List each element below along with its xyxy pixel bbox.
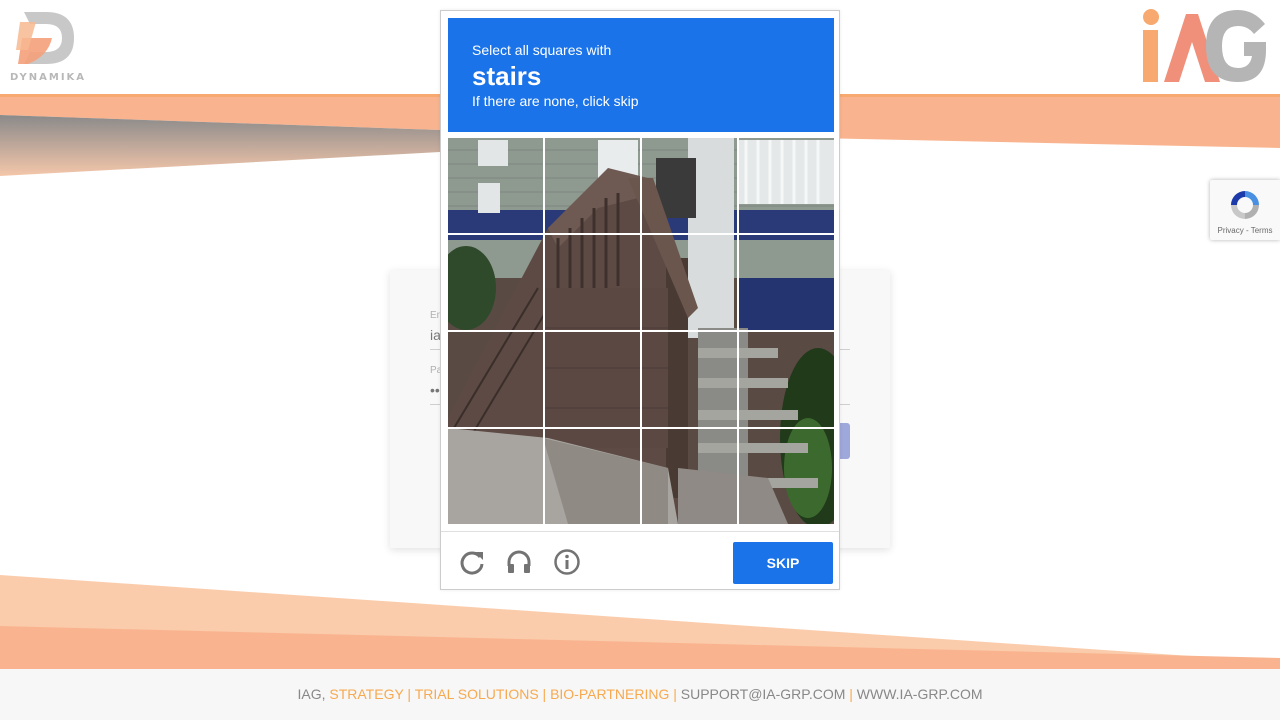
captcha-tile[interactable]	[739, 235, 834, 330]
captcha-tile[interactable]	[642, 138, 737, 233]
captcha-footer: SKIP	[441, 531, 839, 589]
captcha-tile[interactable]	[448, 429, 543, 524]
captcha-tile[interactable]	[545, 138, 640, 233]
footer-separator: |	[849, 686, 853, 702]
password-field[interactable]: ••	[430, 382, 440, 398]
footer-website[interactable]: WWW.IA-GRP.COM	[857, 686, 983, 702]
recaptcha-badge[interactable]: Privacy - Terms	[1210, 180, 1280, 240]
captcha-tile[interactable]	[642, 332, 737, 427]
captcha-tile[interactable]	[545, 332, 640, 427]
reload-icon[interactable]	[458, 548, 486, 576]
footer-services[interactable]: STRATEGY | TRIAL SOLUTIONS | BIO-PARTNER…	[329, 686, 677, 702]
captcha-tile[interactable]	[642, 235, 737, 330]
recaptcha-logo-icon	[1231, 191, 1259, 219]
dynamika-d-logo-icon	[16, 12, 74, 64]
footer-company: IAG,	[297, 686, 326, 702]
captcha-keyword: stairs	[472, 61, 542, 91]
captcha-instruction: Select all squares with	[472, 42, 612, 58]
captcha-tile[interactable]	[739, 138, 834, 233]
headphones-icon[interactable]	[505, 548, 533, 576]
captcha-tile[interactable]	[448, 138, 543, 233]
page-footer: IAG, STRATEGY | TRIAL SOLUTIONS | BIO-PA…	[0, 669, 1280, 720]
captcha-tile[interactable]	[545, 235, 640, 330]
dynamika-wordmark: DYNAMIKA	[9, 72, 87, 83]
captcha-tile[interactable]	[739, 429, 834, 524]
recaptcha-links[interactable]: Privacy - Terms	[1210, 226, 1280, 235]
captcha-subtext: If there are none, click skip	[472, 93, 639, 109]
iag-logo	[1140, 6, 1270, 86]
captcha-tile[interactable]	[642, 429, 737, 524]
info-icon[interactable]	[553, 548, 581, 576]
captcha-tile[interactable]	[448, 235, 543, 330]
captcha-header: Select all squares with stairs If there …	[448, 18, 834, 132]
captcha-tile[interactable]	[545, 429, 640, 524]
captcha-tile[interactable]	[448, 332, 543, 427]
captcha-challenge: Select all squares with stairs If there …	[440, 10, 840, 590]
captcha-tile[interactable]	[739, 332, 834, 427]
dynamika-logo: DYNAMIKA	[8, 10, 88, 86]
skip-button[interactable]: SKIP	[733, 542, 833, 584]
iag-logo-icon	[1143, 9, 1266, 82]
captcha-image-grid	[448, 138, 834, 524]
footer-email[interactable]: SUPPORT@IA-GRP.COM	[681, 686, 846, 702]
